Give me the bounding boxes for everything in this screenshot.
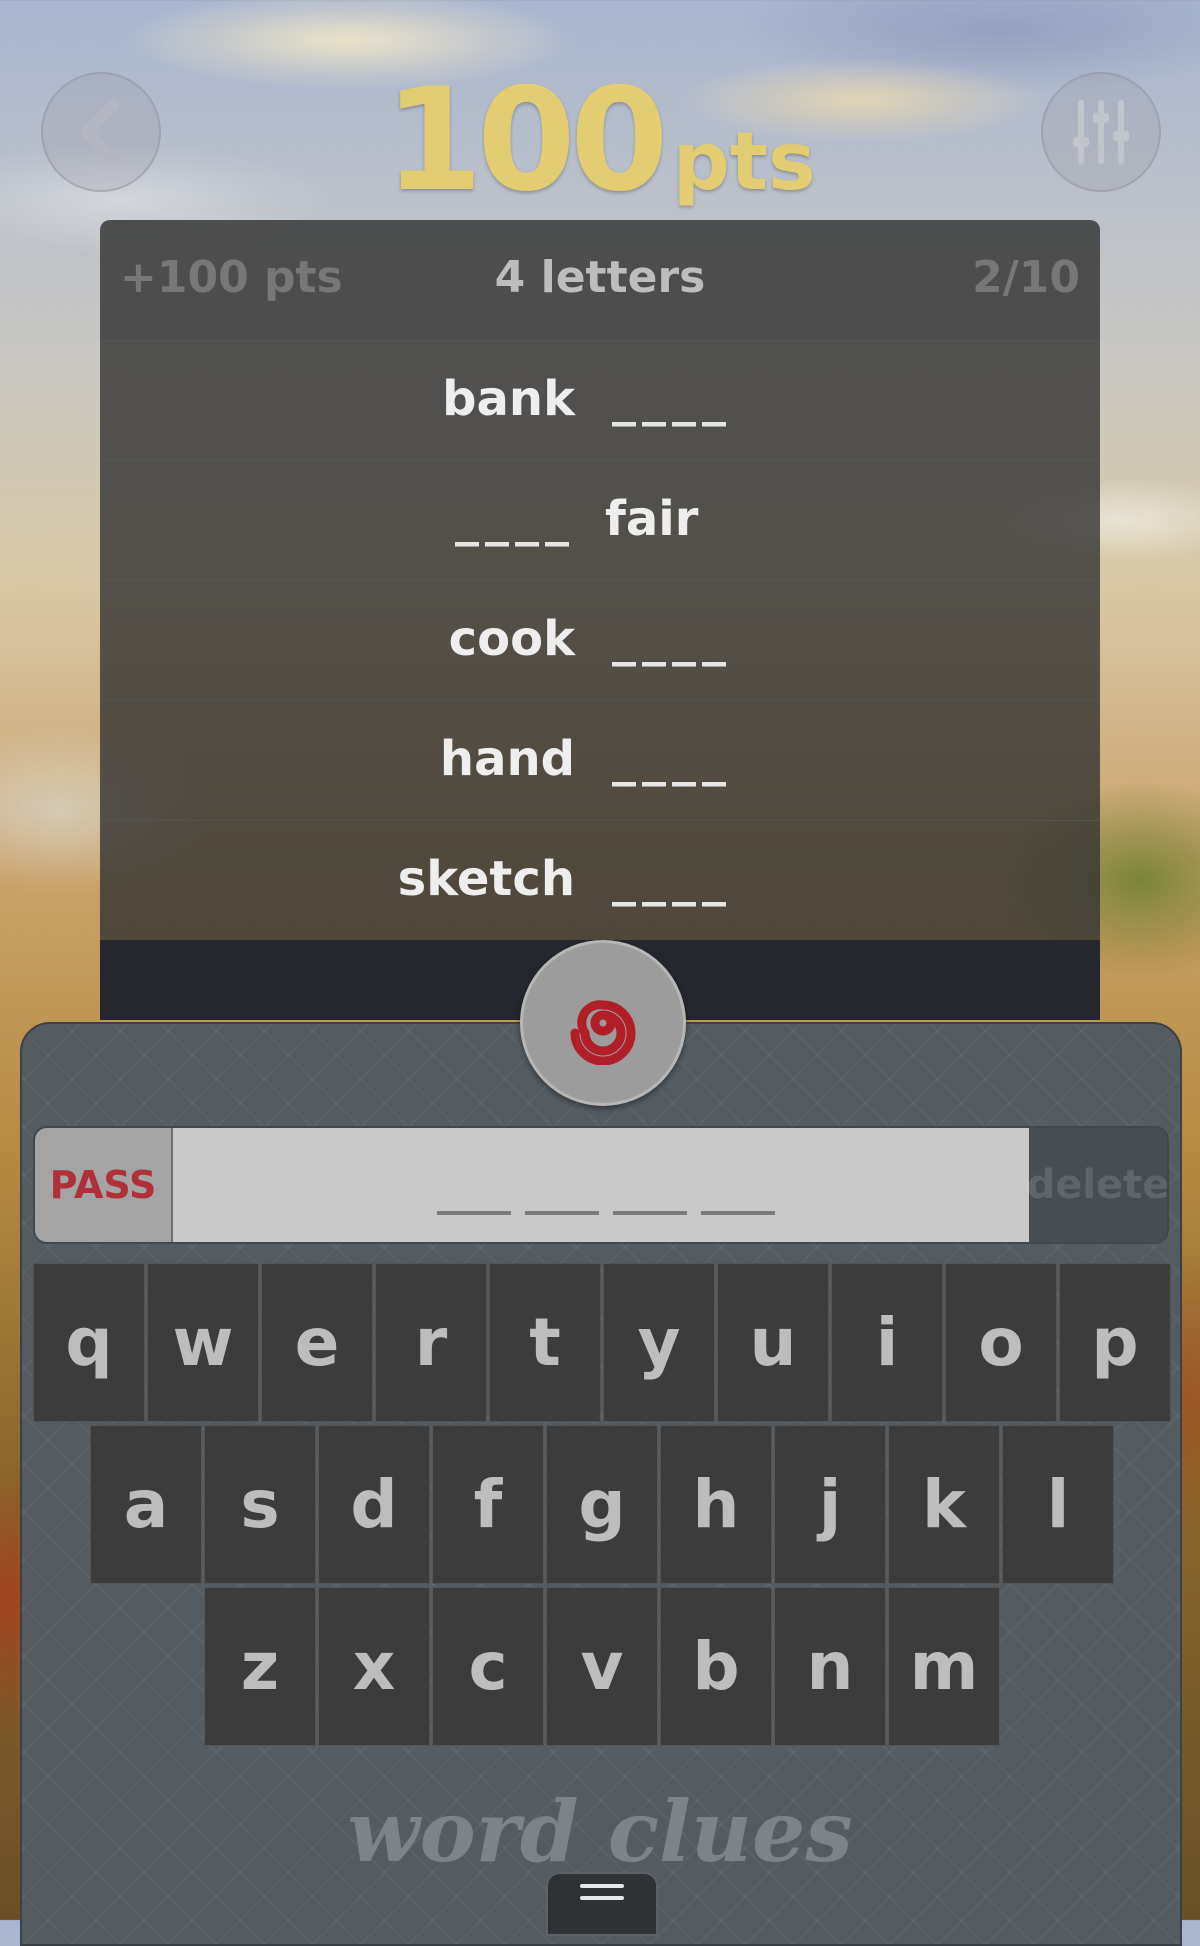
key-c[interactable]: c — [432, 1587, 544, 1746]
key-x[interactable]: x — [318, 1587, 430, 1746]
key-t[interactable]: t — [489, 1263, 601, 1422]
clue-word: bank — [442, 371, 575, 427]
key-u[interactable]: u — [717, 1263, 829, 1422]
clue-panel-header: +100 pts 4 letters 2/10 — [100, 220, 1100, 340]
clue-blank: ____ — [612, 371, 732, 427]
key-y[interactable]: y — [603, 1263, 715, 1422]
letter-count: 4 letters — [494, 252, 706, 303]
clue-row: bank ____ — [100, 340, 1100, 460]
score-display: 100 pts — [0, 58, 1200, 223]
key-l[interactable]: l — [1002, 1425, 1114, 1584]
clue-row: ____ fair — [100, 460, 1100, 580]
clue-row: hand ____ — [100, 700, 1100, 820]
clue-blank: ____ — [612, 851, 732, 907]
answer-input-row: PASS delete — [33, 1126, 1169, 1244]
score-unit: pts — [672, 115, 816, 208]
key-z[interactable]: z — [204, 1587, 316, 1746]
hint-button[interactable] — [520, 940, 686, 1106]
settings-button[interactable] — [1041, 72, 1161, 192]
key-i[interactable]: i — [831, 1263, 943, 1422]
clue-word: cook — [448, 611, 575, 667]
key-h[interactable]: h — [660, 1425, 772, 1584]
clue-blank: ____ — [612, 611, 732, 667]
answer-slot — [525, 1211, 599, 1215]
swirl-icon — [570, 1000, 636, 1065]
clue-blank: ____ — [612, 731, 732, 787]
key-b[interactable]: b — [660, 1587, 772, 1746]
score-value: 100 — [384, 58, 668, 223]
key-p[interactable]: p — [1059, 1263, 1171, 1422]
key-s[interactable]: s — [204, 1425, 316, 1584]
key-d[interactable]: d — [318, 1425, 430, 1584]
puzzle-progress: 2/10 — [972, 252, 1080, 303]
delete-button[interactable]: delete — [1027, 1128, 1167, 1242]
answer-slot — [701, 1211, 775, 1215]
clue-word: sketch — [397, 851, 575, 907]
clue-word: fair — [605, 491, 699, 547]
key-f[interactable]: f — [432, 1425, 544, 1584]
key-q[interactable]: q — [33, 1263, 145, 1422]
answer-slot — [437, 1211, 511, 1215]
key-w[interactable]: w — [147, 1263, 259, 1422]
answer-field[interactable] — [173, 1128, 1029, 1242]
clue-word: hand — [439, 731, 575, 787]
menu-button[interactable] — [546, 1872, 658, 1936]
brand-logo: word clues — [347, 1782, 853, 1881]
key-g[interactable]: g — [546, 1425, 658, 1584]
answer-slot — [613, 1211, 687, 1215]
clue-blank: ____ — [455, 491, 575, 547]
key-e[interactable]: e — [261, 1263, 373, 1422]
clue-row: cook ____ — [100, 580, 1100, 700]
hamburger-icon — [580, 1884, 624, 1900]
key-n[interactable]: n — [774, 1587, 886, 1746]
key-a[interactable]: a — [90, 1425, 202, 1584]
sliders-icon — [1073, 100, 1129, 164]
key-m[interactable]: m — [888, 1587, 1000, 1746]
key-r[interactable]: r — [375, 1263, 487, 1422]
key-k[interactable]: k — [888, 1425, 1000, 1584]
key-v[interactable]: v — [546, 1587, 658, 1746]
key-o[interactable]: o — [945, 1263, 1057, 1422]
clue-panel: +100 pts 4 letters 2/10 bank ____ ____ f… — [100, 220, 1100, 1020]
pass-button[interactable]: PASS — [35, 1128, 173, 1242]
key-j[interactable]: j — [774, 1425, 886, 1584]
clue-row: sketch ____ — [100, 820, 1100, 940]
